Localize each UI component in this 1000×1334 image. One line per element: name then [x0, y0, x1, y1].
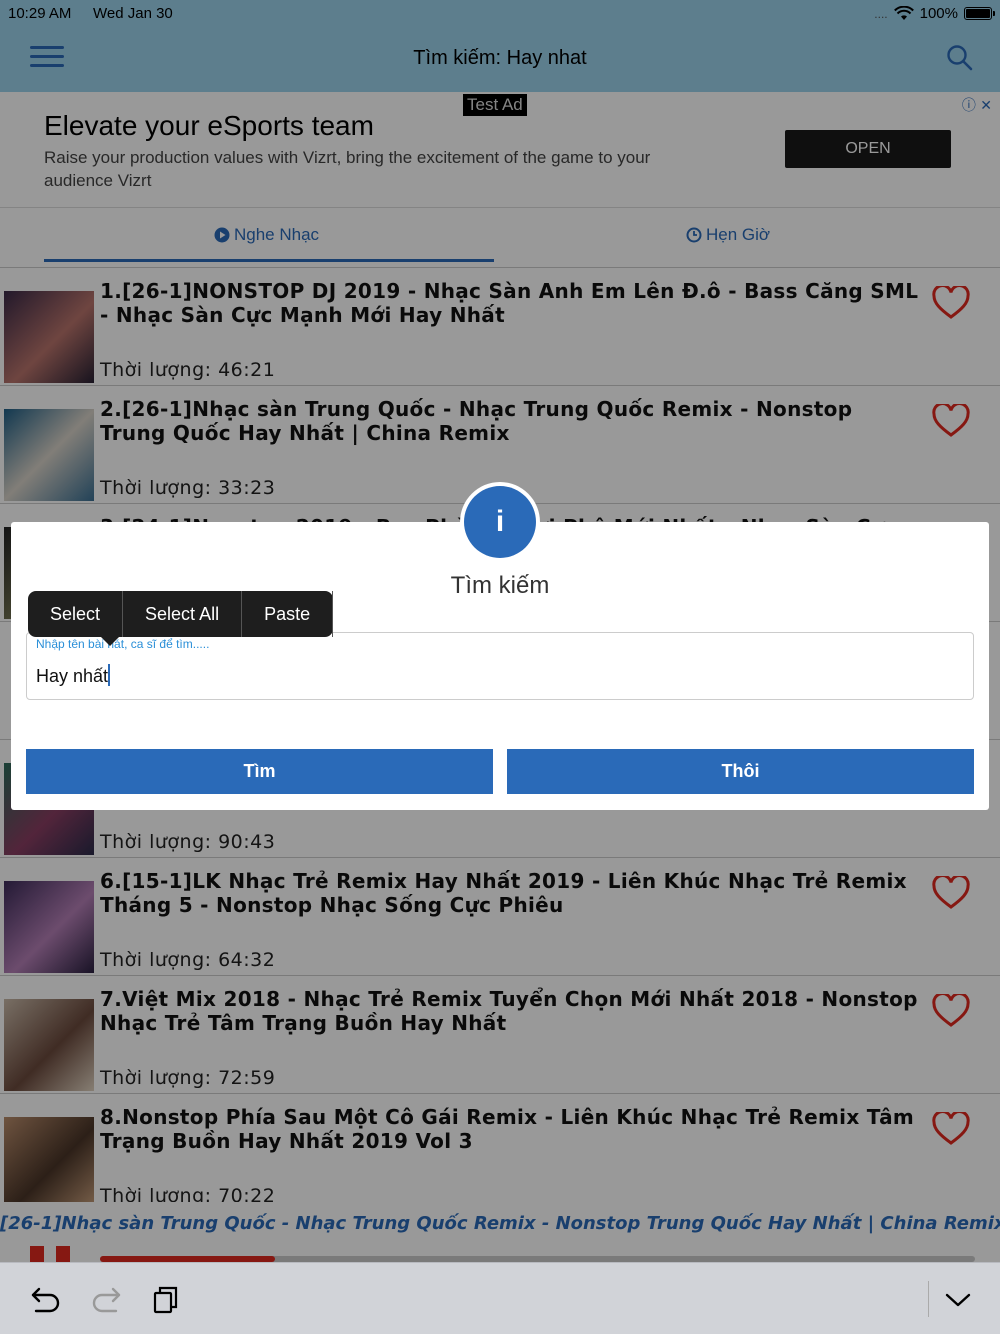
select-menu-item[interactable]: Select: [28, 591, 124, 637]
keyboard-shortcut-bar: [0, 1262, 1000, 1334]
search-input[interactable]: Nhập tên bài hát, ca sĩ để tìm..... Hay …: [26, 632, 974, 700]
cancel-button[interactable]: Thôi: [507, 749, 974, 794]
text-caret: [108, 664, 111, 686]
menu-pointer: [101, 637, 119, 646]
undo-icon[interactable]: [30, 1285, 62, 1315]
info-icon: i: [460, 482, 540, 562]
toolbar-divider: [928, 1281, 929, 1317]
redo-icon[interactable]: [90, 1285, 122, 1315]
search-field-value: Hay nhất: [36, 666, 109, 686]
select-all-menu-item[interactable]: Select All: [123, 591, 243, 637]
edit-menu: Select Select All Paste: [28, 591, 334, 646]
paste-icon[interactable]: [152, 1285, 180, 1315]
search-button[interactable]: Tìm: [26, 749, 493, 794]
paste-menu-item[interactable]: Paste: [242, 591, 334, 637]
chevron-down-icon[interactable]: [944, 1291, 972, 1309]
search-field-label: Nhập tên bài hát, ca sĩ để tìm.....: [36, 637, 210, 651]
